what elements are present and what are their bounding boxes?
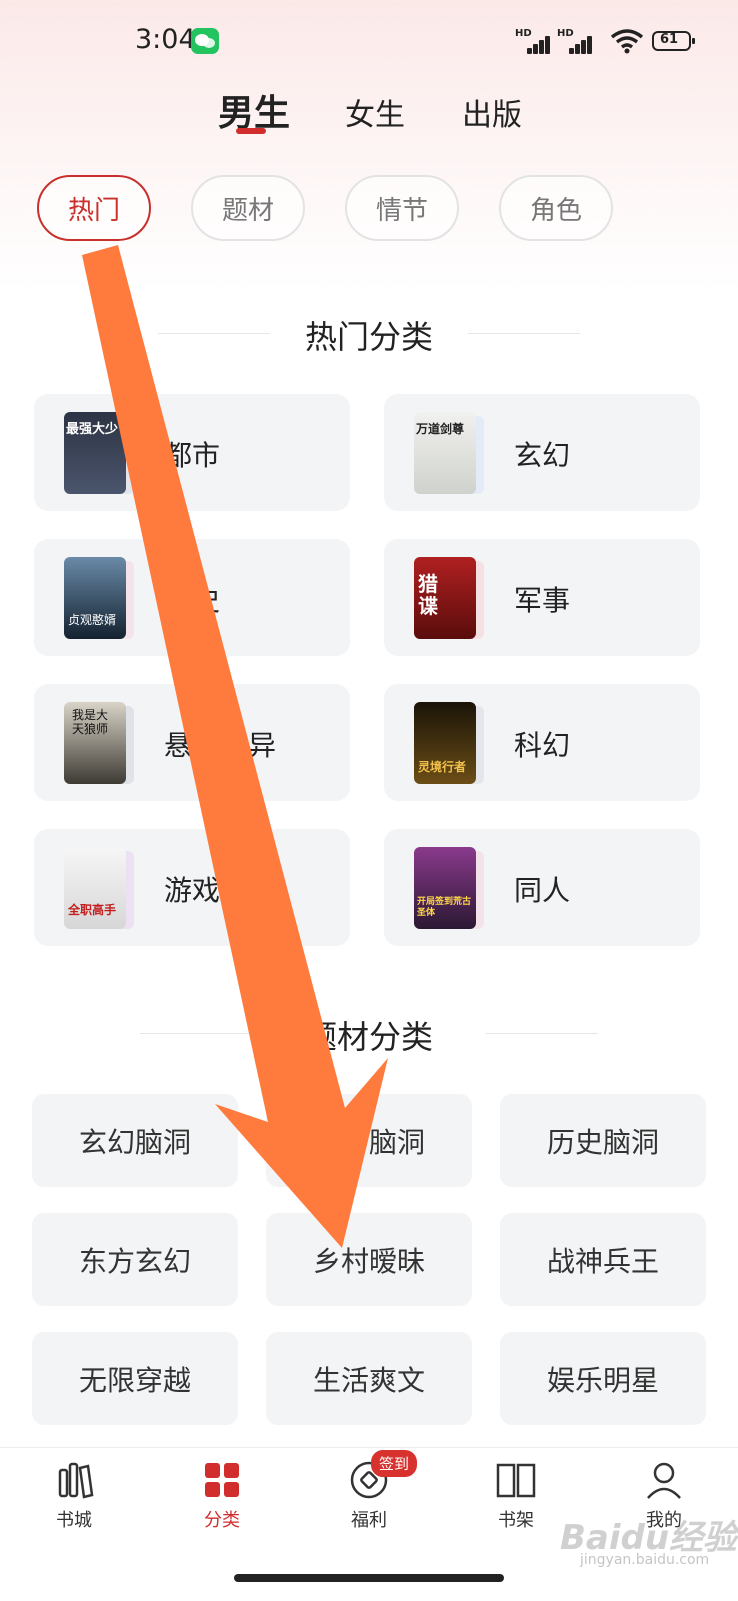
- category-label: 玄幻: [514, 439, 571, 472]
- nav-bookshelf[interactable]: 书架: [471, 1460, 561, 1532]
- book-open-icon: [496, 1463, 536, 1498]
- book-cover: 猎谍: [414, 557, 476, 639]
- category-label: 历史: [164, 584, 221, 617]
- tab-female[interactable]: 女生: [345, 90, 405, 134]
- topic-item[interactable]: 生活爽文: [266, 1332, 472, 1425]
- category-label: 科幻: [514, 729, 571, 762]
- baidu-watermark-url: jingyan.baidu.com: [580, 1552, 710, 1568]
- topic-item[interactable]: 都市脑洞: [266, 1094, 472, 1187]
- book-cover: 万道剑尊: [414, 412, 476, 494]
- topic-item[interactable]: 玄幻脑洞: [32, 1094, 238, 1187]
- grid-icon: [205, 1463, 239, 1497]
- divider-right: [486, 1033, 598, 1034]
- category-card-fantasy[interactable]: 万道剑尊 玄幻: [384, 394, 700, 511]
- topic-item[interactable]: 东方玄幻: [32, 1213, 238, 1306]
- signal-icon-1: HD: [515, 28, 553, 54]
- book-cover: 全职高手: [64, 847, 126, 929]
- book-cover: 我是大天狼师: [64, 702, 126, 784]
- wifi-icon: [610, 28, 644, 54]
- book-cover: 灵境行者: [414, 702, 476, 784]
- sign-in-badge[interactable]: 签到: [371, 1450, 418, 1477]
- category-card-military[interactable]: 猎谍 军事: [384, 539, 700, 656]
- category-label: 都市: [164, 439, 221, 472]
- person-icon: [647, 1462, 681, 1499]
- active-tab-indicator: [236, 128, 266, 134]
- divider-left: [140, 1033, 252, 1034]
- battery-level: 61: [660, 32, 679, 47]
- divider-right: [468, 333, 580, 334]
- category-card-city[interactable]: 最强大少 都市: [34, 394, 350, 511]
- category-label: 游戏竞技: [164, 874, 277, 907]
- category-card-fanfic[interactable]: 开局签到荒古圣体 同人: [384, 829, 700, 946]
- status-time: 3:04: [135, 24, 196, 55]
- topic-section-title: 题材分类: [304, 1018, 433, 1056]
- book-cover: 最强大少: [64, 412, 126, 494]
- category-card-scifi[interactable]: 灵境行者 科幻: [384, 684, 700, 801]
- topic-item[interactable]: 历史脑洞: [500, 1094, 706, 1187]
- topic-item[interactable]: 无限穿越: [32, 1332, 238, 1425]
- divider-left: [158, 333, 270, 334]
- book-cover: 贞观憨婿: [64, 557, 126, 639]
- hot-section-title: 热门分类: [304, 318, 433, 356]
- signal-icon-2: HD: [557, 28, 595, 54]
- home-indicator[interactable]: [234, 1574, 504, 1582]
- pill-role[interactable]: 角色: [499, 175, 613, 241]
- category-label: 军事: [514, 584, 571, 617]
- category-card-history[interactable]: 贞观憨婿 历史: [34, 539, 350, 656]
- nav-bookstore[interactable]: 书城: [29, 1460, 119, 1532]
- category-card-mystery[interactable]: 我是大天狼师 悬疑灵异: [34, 684, 350, 801]
- nav-category[interactable]: 分类: [177, 1460, 267, 1532]
- topic-item[interactable]: 娱乐明星: [500, 1332, 706, 1425]
- tab-publish[interactable]: 出版: [462, 90, 522, 134]
- book-cover: 开局签到荒古圣体: [414, 847, 476, 929]
- category-label: 同人: [514, 874, 571, 907]
- topic-item[interactable]: 乡村暧昧: [266, 1213, 472, 1306]
- books-icon: [58, 1462, 94, 1499]
- pill-plot[interactable]: 情节: [345, 175, 459, 241]
- category-label: 悬疑灵异: [164, 729, 277, 762]
- battery-icon: 61: [652, 30, 696, 52]
- pill-topic[interactable]: 题材: [191, 175, 305, 241]
- wechat-notification-icon: [191, 28, 219, 54]
- pill-hot[interactable]: 热门: [37, 175, 151, 241]
- status-bar: 3:04 HD HD 61: [0, 0, 738, 84]
- category-card-gaming[interactable]: 全职高手 游戏竞技: [34, 829, 350, 946]
- topic-item[interactable]: 战神兵王: [500, 1213, 706, 1306]
